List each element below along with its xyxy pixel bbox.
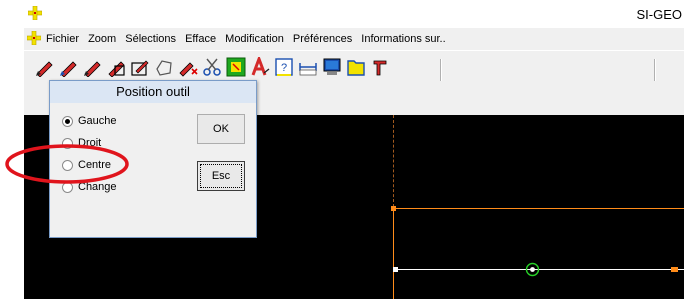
toolbar-separator [440,59,442,81]
radio-gauche[interactable]: Gauche [62,115,117,127]
text-red-icon[interactable] [250,57,270,77]
dialog-title: Position outil [50,81,256,103]
app-crosshair-icon [28,6,42,20]
pencil-red-icon[interactable] [34,57,54,77]
red-highlight-ellipse [5,144,129,184]
menu-bar: Fichier Zoom Sélections Efface Modificat… [24,28,684,50]
selection-border-top [393,208,684,209]
menu-selections[interactable]: Sélections [125,33,176,45]
toolbar-separator [654,59,656,81]
app-crosshair-icon [27,31,41,45]
menu-items: Fichier Zoom Sélections Efface Modificat… [46,33,452,45]
measure-icon[interactable] [298,57,318,77]
corner-node[interactable] [391,206,396,211]
menu-preferences[interactable]: Préférences [293,33,352,45]
folder-yellow-icon[interactable] [346,57,366,77]
ok-button[interactable]: OK [197,114,245,144]
title-bar: SI-GEO [24,0,684,28]
esc-button[interactable]: Esc [197,161,245,191]
menu-informations[interactable]: Informations sur.. [361,33,445,45]
menu-efface[interactable]: Efface [185,33,216,45]
tool-icon[interactable] [370,57,390,77]
menu-fichier[interactable]: Fichier [46,33,79,45]
radio-checked-icon[interactable] [62,115,73,127]
help-icon[interactable]: ? [274,57,294,77]
menu-modification[interactable]: Modification [225,33,284,45]
eraser-icon[interactable] [106,57,126,77]
edit-shape-icon[interactable] [130,57,150,77]
radio-label-gauche: Gauche [78,115,117,127]
svg-text:?: ? [281,62,287,74]
line-endpoint[interactable] [393,267,398,272]
select-green-icon[interactable] [226,57,246,77]
menu-zoom[interactable]: Zoom [88,33,116,45]
window-title: SI-GEO [636,7,682,22]
pencil-blue-icon[interactable] [58,57,78,77]
scissors-icon[interactable] [202,57,222,77]
dashed-guide-line [393,115,394,207]
line-endpoint-orange[interactable] [671,267,678,272]
polygon-icon[interactable] [154,57,174,77]
selection-border-left [393,208,394,299]
monitor-icon[interactable] [322,57,342,77]
pencil-red-icon[interactable] [82,57,102,77]
center-target-icon[interactable] [525,262,540,277]
pencil-x-icon[interactable] [178,57,198,77]
